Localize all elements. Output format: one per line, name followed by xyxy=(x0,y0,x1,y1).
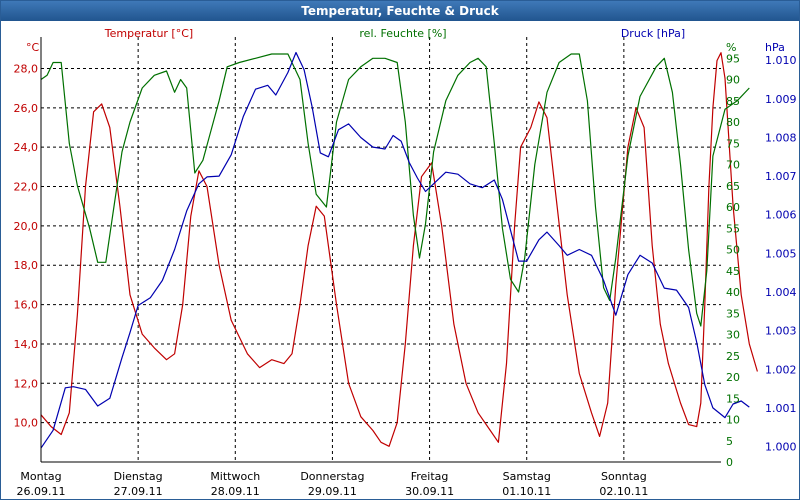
humidity-tick-label: 90 xyxy=(726,74,740,87)
pressure-tick-label: 1.010 xyxy=(765,54,797,67)
humidity-tick-label: 25 xyxy=(726,350,740,363)
pressure-tick-label: 1.009 xyxy=(765,93,797,106)
temperature-tick-label: 26,0 xyxy=(14,102,39,115)
humidity-tick-label: 0 xyxy=(726,456,733,469)
humidity-tick-label: 30 xyxy=(726,329,740,342)
humidity-tick-label: 60 xyxy=(726,201,740,214)
temperature-tick-label: 20,0 xyxy=(14,220,39,233)
temperature-unit-label: °C xyxy=(26,41,40,54)
pressure-tick-label: 1.007 xyxy=(765,170,797,183)
temperature-tick-label: 18,0 xyxy=(14,259,39,272)
humidity-tick-label: 75 xyxy=(726,137,740,150)
x-tick-date-label: 30.09.11 xyxy=(405,485,454,498)
humidity-tick-label: 80 xyxy=(726,116,740,129)
pressure-axis-title: Druck [hPa] xyxy=(621,27,685,40)
humidity-axis-title: rel. Feuchte [%] xyxy=(359,27,446,40)
temperature-tick-label: 12,0 xyxy=(14,377,39,390)
x-tick-date-label: 02.10.11 xyxy=(599,485,648,498)
humidity-tick-label: 70 xyxy=(726,159,740,172)
temperature-tick-label: 22,0 xyxy=(14,181,39,194)
humidity-tick-label: 5 xyxy=(726,435,733,448)
humidity-tick-label: 10 xyxy=(726,414,740,427)
chart-window: Temperatur, Feuchte & Druck 10,0 12,0 14,0… xyxy=(0,0,800,500)
x-tick-date-label: 01.10.11 xyxy=(502,485,551,498)
pressure-tick-label: 1.002 xyxy=(765,363,797,376)
humidity-tick-label: 45 xyxy=(726,265,740,278)
humidity-tick-label: 15 xyxy=(726,392,740,405)
humidity-tick-label: 85 xyxy=(726,95,740,108)
pressure-unit-label: hPa xyxy=(765,41,785,54)
series-line-left xyxy=(40,52,758,447)
pressure-tick-label: 1.001 xyxy=(765,402,797,415)
humidity-unit-label: % xyxy=(726,41,736,54)
x-tick-day-label: Dienstag xyxy=(114,470,163,483)
x-tick-day-label: Donnerstag xyxy=(300,470,364,483)
x-tick-date-label: 26.09.11 xyxy=(17,485,66,498)
pressure-tick-label: 1.006 xyxy=(765,209,797,222)
pressure-tick-label: 1.008 xyxy=(765,131,797,144)
axes-layer: 10,0 12,0 14,0 16,0 18,0 20,0 22,0 24,0 26,0 28,0… xyxy=(14,27,797,498)
humidity-tick-label: 65 xyxy=(726,180,740,193)
temperature-tick-label: 28,0 xyxy=(14,62,39,75)
pressure-tick-label: 1.000 xyxy=(765,441,797,454)
x-tick-day-label: Mittwoch xyxy=(210,470,260,483)
x-tick-date-label: 27.09.11 xyxy=(114,485,163,498)
humidity-tick-label: 20 xyxy=(726,371,740,384)
series-layer xyxy=(40,51,758,449)
pressure-tick-label: 1.005 xyxy=(765,247,797,260)
pressure-tick-label: 1.003 xyxy=(765,325,797,338)
temperature-tick-label: 16,0 xyxy=(14,299,39,312)
humidity-tick-label: 95 xyxy=(726,52,740,65)
pressure-tick-label: 1.004 xyxy=(765,286,797,299)
humidity-tick-label: 40 xyxy=(726,286,740,299)
temperature-axis-title: Temperatur [°C] xyxy=(104,27,193,40)
x-tick-date-label: 28.09.11 xyxy=(211,485,260,498)
x-tick-day-label: Montag xyxy=(20,470,61,483)
humidity-tick-label: 55 xyxy=(726,222,740,235)
temperature-tick-label: 10,0 xyxy=(14,417,39,430)
temperature-tick-label: 24,0 xyxy=(14,141,39,154)
temperature-tick-label: 14,0 xyxy=(14,338,39,351)
x-tick-day-label: Freitag xyxy=(411,470,449,483)
x-tick-date-label: 29.09.11 xyxy=(308,485,357,498)
x-tick-day-label: Samstag xyxy=(503,470,551,483)
series-line-middle xyxy=(40,53,750,327)
series-line-right xyxy=(40,51,750,449)
chart-canvas: 10,0 12,0 14,0 16,0 18,0 20,0 22,0 24,0 26,0 28,0… xyxy=(14,27,797,498)
humidity-tick-label: 35 xyxy=(726,307,740,320)
x-tick-day-label: Sonntag xyxy=(601,470,647,483)
humidity-tick-label: 50 xyxy=(726,244,740,257)
